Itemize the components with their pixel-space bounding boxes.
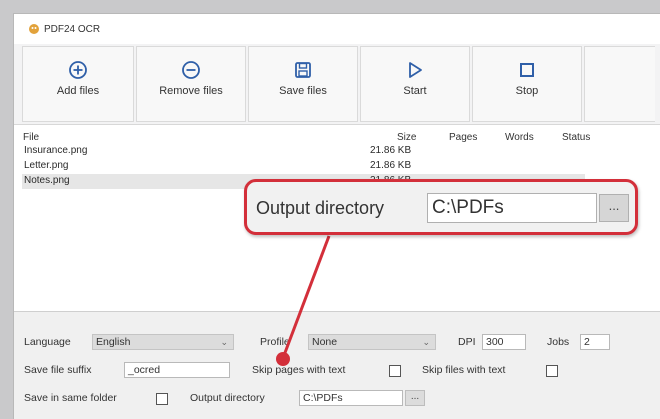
callout-output-directory-input[interactable]: C:\PDFs: [427, 193, 597, 223]
callout-label: Output directory: [256, 198, 385, 218]
output-directory-callout: Output directory C:\PDFs ...: [244, 179, 638, 235]
callout-line: [281, 235, 331, 359]
callout-dot: [276, 352, 290, 366]
callout-browse-button[interactable]: ...: [599, 194, 629, 222]
